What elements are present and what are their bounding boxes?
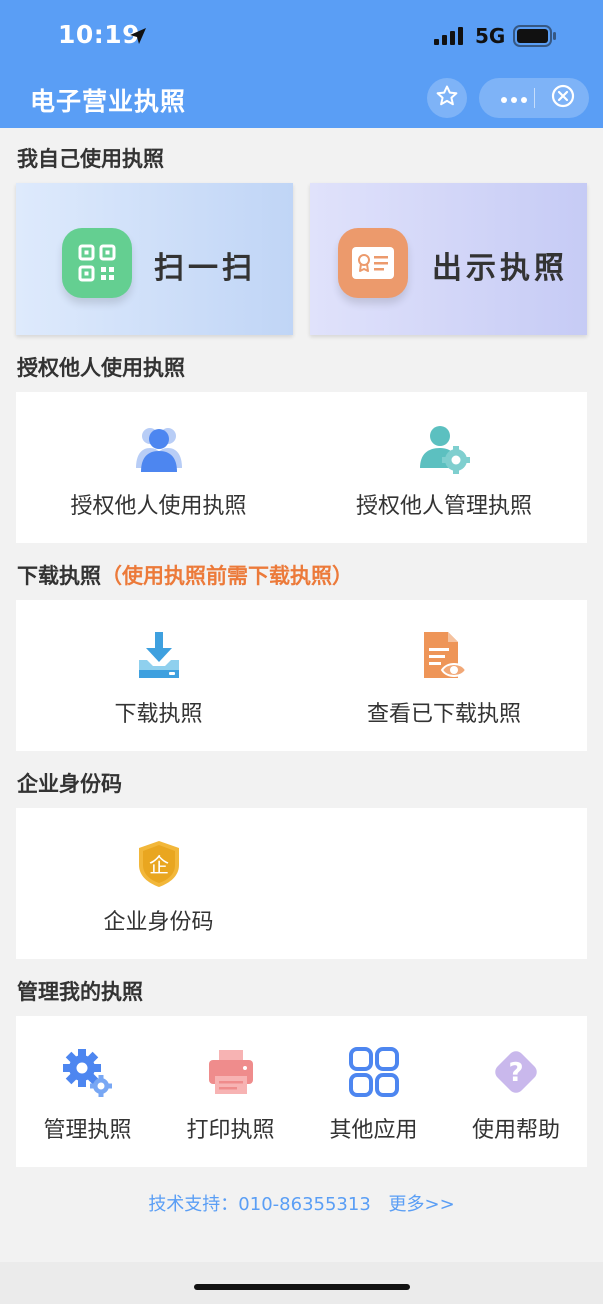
download-license-item[interactable]: 下载执照: [16, 600, 301, 751]
help-question-icon: ?: [490, 1046, 542, 1098]
page-title: 电子营业执照: [30, 87, 187, 116]
download-license-label: 下载执照: [114, 702, 203, 727]
authorize-manage-item[interactable]: 授权他人管理执照: [301, 392, 587, 543]
section-title-manage: 管理我的执照: [17, 980, 143, 1004]
enterprise-shield-icon: 企: [133, 838, 185, 890]
download-title-text: 下载执照: [17, 564, 101, 588]
section-title-authorize: 授权他人使用执照: [17, 356, 185, 380]
section-title-self-use: 我自己使用执照: [17, 147, 164, 171]
print-license-label: 打印执照: [186, 1118, 275, 1143]
help-label: 使用帮助: [471, 1118, 560, 1143]
manage-panel: 管理执照 打印执照 其他应用 ? 使用帮助: [16, 1016, 587, 1167]
app-header: 10:19 5G 电子营业执照: [0, 0, 603, 128]
mini-program-capsule: [479, 78, 589, 118]
manage-license-label: 管理执照: [43, 1118, 132, 1143]
enterprise-id-panel: 企 企业身份码: [16, 808, 587, 959]
favorite-button[interactable]: [427, 78, 467, 118]
close-button[interactable]: [543, 78, 583, 118]
home-indicator[interactable]: [194, 1284, 410, 1290]
authorize-manage-label: 授权他人管理执照: [355, 494, 532, 519]
svg-text:?: ?: [508, 1058, 523, 1088]
authorize-use-item[interactable]: 授权他人使用执照: [16, 392, 301, 543]
print-license-item[interactable]: 打印执照: [159, 1016, 302, 1167]
users-icon: [133, 422, 185, 474]
svg-text:企: 企: [149, 853, 169, 877]
manage-license-item[interactable]: 管理执照: [16, 1016, 159, 1167]
more-link[interactable]: 更多>>: [389, 1194, 455, 1215]
more-dots-icon: [500, 89, 528, 108]
enterprise-id-label: 企业身份码: [103, 910, 214, 935]
show-license-label: 出示执照: [432, 251, 568, 286]
scan-label: 扫一扫: [154, 251, 256, 286]
other-apps-item[interactable]: 其他应用: [302, 1016, 445, 1167]
cellular-signal-icon: [434, 27, 466, 49]
gears-icon: [62, 1046, 114, 1098]
qr-code-icon: [62, 228, 132, 298]
support-footer: 技术支持：010-86355313 更多>>: [0, 1190, 603, 1216]
location-arrow-icon: [128, 26, 148, 50]
support-phone[interactable]: 技术支持：010-86355313: [148, 1194, 370, 1215]
view-downloaded-label: 查看已下载执照: [366, 702, 521, 727]
show-license-card[interactable]: 出示执照: [310, 183, 587, 335]
document-view-icon: [418, 630, 470, 682]
download-panel: 下载执照 查看已下载执照: [16, 600, 587, 751]
battery-icon: [513, 25, 557, 51]
enterprise-id-item[interactable]: 企 企业身份码: [16, 808, 301, 959]
capsule-divider: [534, 88, 535, 108]
authorize-panel: 授权他人使用执照 授权他人管理执照: [16, 392, 587, 543]
section-title-download: 下载执照（使用执照前需下载执照）: [17, 560, 353, 590]
other-apps-label: 其他应用: [329, 1118, 418, 1143]
license-card-icon: [338, 228, 408, 298]
help-item[interactable]: ? 使用帮助: [445, 1016, 587, 1167]
authorize-use-label: 授权他人使用执照: [70, 494, 247, 519]
download-note: （使用执照前需下载执照）: [101, 564, 353, 588]
more-button[interactable]: [493, 78, 535, 118]
download-tray-icon: [133, 630, 185, 682]
user-settings-icon: [418, 422, 470, 474]
star-icon: [435, 84, 459, 112]
section-title-enterprise-id: 企业身份码: [17, 772, 122, 796]
scan-card[interactable]: 扫一扫: [16, 183, 293, 335]
network-type: 5G: [475, 24, 506, 48]
view-downloaded-item[interactable]: 查看已下载执照: [301, 600, 587, 751]
bottom-safe-area: [0, 1262, 603, 1304]
apps-grid-icon: [348, 1046, 400, 1098]
printer-icon: [205, 1046, 257, 1098]
close-circle-icon: [551, 84, 575, 112]
